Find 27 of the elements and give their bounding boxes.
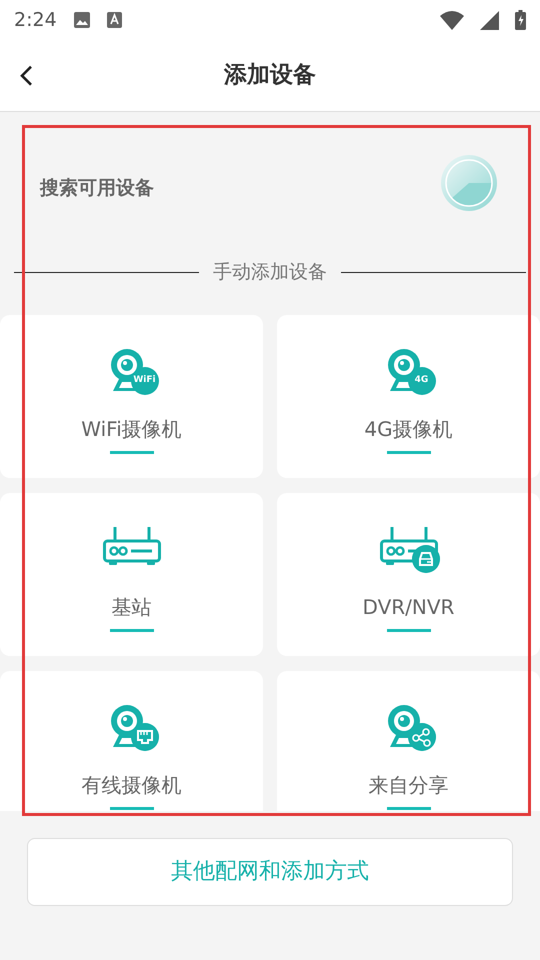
device-label: 基站 [112, 594, 152, 618]
device-card[interactable]: WiFi WiFi摄像机 [0, 314, 263, 478]
wifi-icon [440, 10, 464, 30]
device-label: 有线摄像机 [82, 772, 182, 796]
device-type-badge: 4G [408, 366, 436, 394]
signal-icon [480, 10, 499, 30]
status-time: 2:24 [14, 8, 57, 33]
text-notification-icon [106, 12, 122, 28]
hard-drive-icon [412, 544, 440, 572]
device-card[interactable]: 基站 [0, 492, 263, 656]
back-icon [18, 64, 34, 88]
ethernet-port-icon [130, 722, 158, 750]
device-label: WiFi摄像机 [81, 416, 182, 440]
device-card[interactable]: 有线摄像机 [0, 670, 263, 810]
section-title: 手动添加设备 [212, 260, 328, 285]
page-title: 添加设备 [224, 61, 316, 90]
battery-icon [515, 10, 526, 30]
device-label: 来自分享 [368, 772, 448, 796]
device-type-badge: WiFi [130, 366, 158, 394]
device-card[interactable]: 来自分享 [277, 670, 540, 810]
search-devices-label: 搜索可用设备 [40, 176, 155, 201]
device-label: 4G摄像机 [364, 416, 453, 440]
device-label: DVR/NVR [362, 594, 454, 618]
image-notification-icon [72, 11, 91, 29]
device-card[interactable]: 4G 4G摄像机 [277, 314, 540, 478]
share-icon [408, 722, 436, 750]
device-card[interactable]: DVR/NVR [277, 492, 540, 656]
